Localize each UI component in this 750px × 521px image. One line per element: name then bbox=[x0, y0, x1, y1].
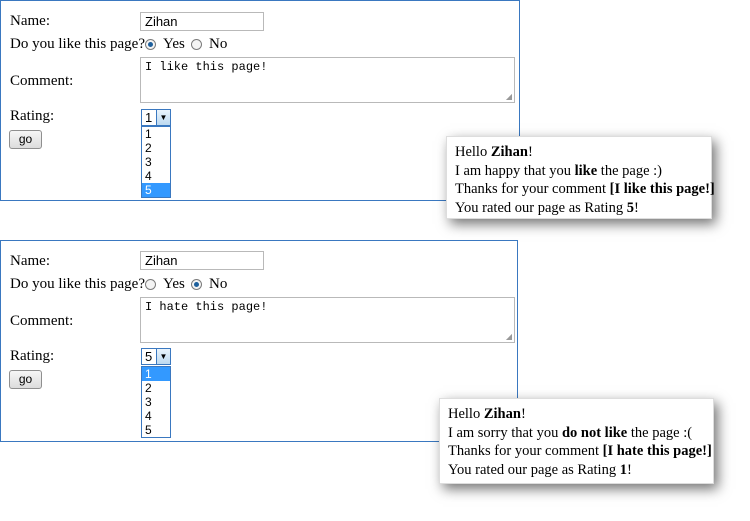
yes-radio[interactable] bbox=[145, 279, 156, 290]
name-label: Name: bbox=[10, 13, 50, 29]
greeting-line: Hello Zihan! bbox=[455, 144, 533, 160]
chevron-down-icon[interactable]: ▼ bbox=[156, 349, 170, 364]
rating-label: Rating: bbox=[10, 108, 55, 124]
rating-option-highlighted[interactable]: 5 bbox=[142, 183, 170, 197]
like-question-label: Do you like this page? bbox=[10, 36, 145, 52]
rating-option[interactable]: 5 bbox=[142, 423, 170, 437]
comment-text: I like this page! bbox=[145, 60, 268, 74]
rating-options-list: 1 2 3 4 5 bbox=[141, 126, 171, 198]
yes-label: Yes bbox=[163, 36, 185, 52]
rating-option[interactable]: 4 bbox=[142, 169, 170, 183]
comment-textarea[interactable]: I like this page! ◢ bbox=[140, 57, 515, 103]
sentiment-line: I am sorry that you do not like the page… bbox=[448, 424, 693, 441]
go-button[interactable]: go bbox=[9, 370, 42, 389]
no-label: No bbox=[209, 36, 228, 52]
user-name: Zihan bbox=[483, 406, 521, 422]
rating-selected-value: 5 bbox=[145, 349, 153, 364]
chevron-down-icon[interactable]: ▼ bbox=[156, 110, 170, 125]
sentiment-line: I am happy that you like the page :) bbox=[455, 162, 662, 179]
rating-line: You rated our page as Rating 1! bbox=[448, 461, 632, 478]
rating-option-highlighted[interactable]: 1 bbox=[142, 367, 170, 381]
result-box-2: Hello Zihan! I am sorry that you do not … bbox=[439, 398, 714, 484]
rating-option[interactable]: 2 bbox=[142, 381, 170, 395]
rating-option[interactable]: 2 bbox=[142, 141, 170, 155]
rating-line: You rated our page as Rating 5! bbox=[455, 199, 639, 216]
yes-label: Yes bbox=[163, 276, 185, 292]
rating-options-list: 1 2 3 4 5 bbox=[141, 366, 171, 438]
comment-label: Comment: bbox=[10, 313, 74, 329]
resize-grip-icon[interactable]: ◢ bbox=[506, 93, 512, 101]
rating-option[interactable]: 4 bbox=[142, 409, 170, 423]
result-box-1: Hello Zihan! I am happy that you like th… bbox=[446, 136, 715, 219]
no-radio[interactable] bbox=[191, 279, 202, 290]
comment-label: Comment: bbox=[10, 73, 74, 89]
no-radio[interactable] bbox=[191, 39, 202, 50]
comment-line: Thanks for your comment [I hate this pag… bbox=[448, 443, 712, 459]
comment-text: I hate this page! bbox=[145, 300, 268, 314]
name-label: Name: bbox=[10, 253, 50, 269]
rating-option[interactable]: 1 bbox=[142, 127, 170, 141]
no-label: No bbox=[209, 276, 228, 292]
rating-option[interactable]: 3 bbox=[142, 155, 170, 169]
go-button[interactable]: go bbox=[9, 130, 42, 149]
rating-select[interactable]: 5 ▼ bbox=[141, 348, 171, 365]
greeting-line: Hello Zihan! bbox=[448, 406, 526, 422]
name-input[interactable]: Zihan bbox=[140, 12, 264, 31]
name-input[interactable]: Zihan bbox=[140, 251, 264, 270]
rating-selected-value: 1 bbox=[145, 110, 153, 125]
like-question-label: Do you like this page? bbox=[10, 276, 145, 292]
rating-label: Rating: bbox=[10, 348, 55, 364]
yes-radio[interactable] bbox=[145, 39, 156, 50]
user-name: Zihan bbox=[490, 144, 528, 160]
resize-grip-icon[interactable]: ◢ bbox=[506, 333, 512, 341]
rating-select[interactable]: 1 ▼ bbox=[141, 109, 171, 126]
comment-line: Thanks for your comment [I like this pag… bbox=[455, 181, 715, 197]
form-panel-1: Name: Zihan Do you like this page? Yes N… bbox=[0, 0, 520, 201]
rating-option[interactable]: 3 bbox=[142, 395, 170, 409]
comment-textarea[interactable]: I hate this page! ◢ bbox=[140, 297, 515, 343]
